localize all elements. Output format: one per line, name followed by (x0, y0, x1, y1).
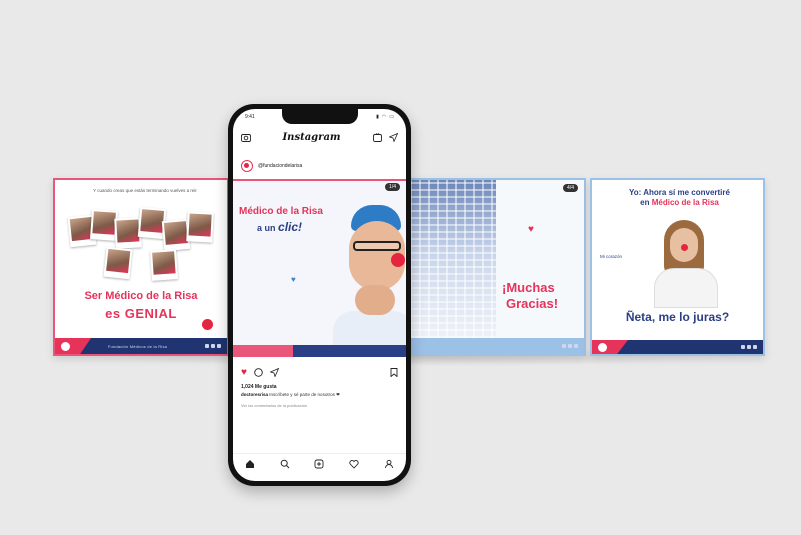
card-title: Ñeta, me lo juras? (625, 310, 730, 324)
bookmark-icon[interactable] (390, 364, 398, 382)
footer-text: Fundación Médicos de la Risa (107, 343, 168, 349)
card-line-2: en Médico de la Risa (640, 198, 719, 207)
add-icon[interactable] (314, 456, 324, 474)
heart-icon: ♥ (528, 224, 534, 235)
post-username[interactable]: @fundaciondelarisa (258, 163, 302, 169)
carousel-card-3[interactable]: 4/4 ♥ ¡Muchas Gracias! (408, 178, 586, 356)
search-icon[interactable] (280, 456, 290, 474)
photo-mosaic (410, 180, 496, 338)
heart-icon[interactable] (349, 456, 359, 474)
battery-icon: ▭ (389, 114, 394, 120)
card-small-text: Mi corazón (600, 254, 623, 259)
clown-nose-icon (202, 319, 213, 330)
carousel-card-4[interactable]: Yo: Ahora sí me convertiré en Médico de … (590, 178, 765, 356)
status-time: 9:41 (245, 114, 255, 120)
social-icons (562, 344, 578, 348)
post-subheadline: a un clic! (257, 220, 303, 234)
social-icons (741, 345, 757, 349)
view-comments-link[interactable]: Ver los comentarios de la publicación (241, 403, 307, 408)
instagram-logo: Instagram (282, 131, 341, 143)
polaroid-photo (103, 246, 133, 280)
phone-mockup: 9:41 ▮ ◠ ▭ Instagram @fundaciondelarisa … (228, 104, 411, 486)
carousel-card-1[interactable]: Y cuando creas que estás terminando vuel… (53, 178, 229, 356)
home-icon[interactable] (245, 456, 255, 474)
card-footer: Fundación Médicos de la Risa (55, 338, 227, 354)
clown-nose-icon (391, 253, 405, 267)
paper-plane-icon[interactable] (388, 132, 398, 142)
card-title: Ser Médico de la Risa (84, 290, 198, 302)
comment-icon[interactable] (254, 364, 263, 382)
wifi-icon: ◠ (381, 114, 387, 120)
like-heart-icon[interactable]: ♥ (241, 368, 247, 378)
card-footer (410, 338, 584, 354)
profile-icon[interactable] (384, 456, 394, 474)
heart-icon: ♥ (291, 275, 296, 284)
card-line-1: Yo: Ahora sí me convertiré (629, 188, 730, 197)
bottom-nav (233, 453, 406, 471)
logo-icon (598, 342, 607, 352)
polaroid-photo (149, 249, 179, 281)
tv-icon[interactable] (372, 132, 382, 142)
card-subtitle: es GENIAL (105, 306, 177, 321)
avatar[interactable] (241, 160, 253, 172)
carousel-counter-badge: 4/4 (563, 184, 578, 192)
doctor-photo (648, 216, 728, 308)
logo-icon (61, 341, 70, 351)
phone-screen: 9:41 ▮ ◠ ▭ Instagram @fundaciondelarisa … (233, 109, 406, 481)
card-subtitle: Gracias! (506, 296, 559, 311)
post-headline: Médico de la Risa (239, 206, 323, 217)
photo-collage (67, 206, 219, 281)
carousel-counter-badge: 1/4 (385, 183, 400, 191)
post-actions: ♥ (241, 367, 398, 379)
polaroid-photo (186, 211, 214, 243)
clown-doctor-photo (333, 193, 406, 357)
mockup-stage: Y cuando creas que estás terminando vuel… (0, 0, 801, 535)
instagram-header: Instagram (241, 129, 398, 145)
status-bar: 9:41 ▮ ◠ ▭ (245, 112, 394, 122)
card-top-text: Y cuando creas que estás terminando vuel… (93, 188, 197, 193)
social-icons (205, 344, 221, 348)
post-header: @fundaciondelarisa (241, 157, 398, 175)
share-icon[interactable] (269, 364, 280, 382)
post-caption: doctoresrisa Inscríbete y sé parte de no… (241, 392, 340, 397)
camera-icon[interactable] (241, 132, 251, 142)
card-footer (592, 340, 763, 354)
post-image[interactable]: 1/4 Médico de la Risa a un clic! ♥ (233, 179, 406, 357)
likes-count[interactable]: 1,024 Me gusta (241, 384, 277, 390)
signal-icon: ▮ (376, 114, 379, 120)
card-title: ¡Muchas (502, 280, 555, 295)
